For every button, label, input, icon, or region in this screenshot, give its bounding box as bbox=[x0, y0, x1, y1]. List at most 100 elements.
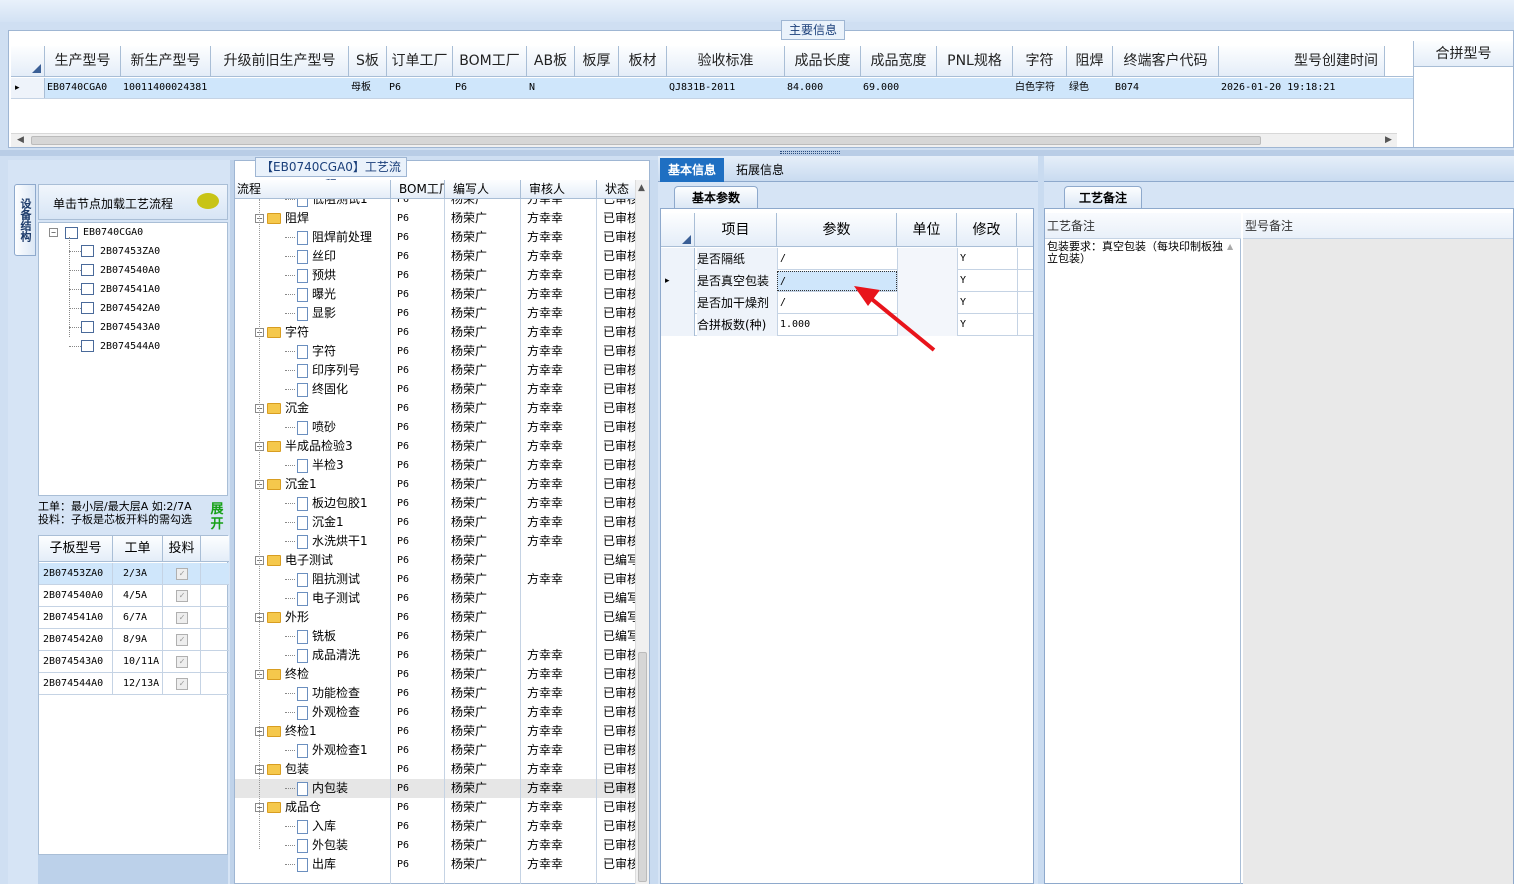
checkbox-icon[interactable] bbox=[81, 321, 94, 333]
main-col-header[interactable]: 订单工厂 bbox=[387, 46, 453, 76]
main-col-header[interactable]: 成品长度 bbox=[785, 46, 861, 76]
flow-row[interactable]: 板边包胶1 P6 杨荣广 方幸幸 已审核 bbox=[235, 494, 635, 513]
main-col-header[interactable]: BOM工厂 bbox=[453, 46, 527, 76]
main-cell[interactable]: 69.000 bbox=[861, 78, 937, 98]
flow-scroll-thumb[interactable] bbox=[638, 652, 647, 882]
tree-child-node[interactable]: 2B074541A0 bbox=[69, 281, 160, 299]
main-col-header[interactable]: 板厚 bbox=[575, 46, 619, 76]
main-cell[interactable]: QJ831B-2011 bbox=[667, 78, 785, 98]
tree-child-node[interactable]: 2B074544A0 bbox=[69, 338, 160, 356]
flow-row[interactable]: 外包装 P6 杨荣广 方幸幸 已审核 bbox=[235, 836, 635, 855]
main-col-header[interactable]: 板材 bbox=[619, 46, 667, 76]
main-col-header[interactable]: 验收标准 bbox=[667, 46, 785, 76]
flow-row[interactable]: 外观检查1 P6 杨荣广 方幸幸 已审核 bbox=[235, 741, 635, 760]
feed-checkbox-icon[interactable]: ✓ bbox=[176, 612, 188, 624]
sub-col-header[interactable]: 投料 bbox=[163, 536, 201, 562]
flow-row[interactable]: − 终检 P6 杨荣广 方幸幸 已审核 bbox=[235, 665, 635, 684]
flow-row[interactable]: − 外形 P6 杨荣广 已编写 bbox=[235, 608, 635, 627]
main-cell[interactable]: 白色字符 bbox=[1013, 78, 1067, 98]
sub-col-header[interactable]: 子板型号 bbox=[39, 536, 113, 562]
checkbox-icon[interactable] bbox=[81, 264, 94, 276]
main-cell[interactable]: 10011400024381 bbox=[121, 78, 211, 98]
sub-board-row[interactable]: 2B074542A0 8/9A ✓ bbox=[39, 629, 229, 651]
tree-child-node[interactable]: 2B07453ZA0 bbox=[69, 243, 160, 261]
main-cell[interactable]: B074 bbox=[1113, 78, 1219, 98]
flow-col-header[interactable]: 编写人 bbox=[445, 180, 521, 199]
main-cell[interactable]: P6 bbox=[453, 78, 527, 98]
main-col-header[interactable]: 型号创建时间 bbox=[1219, 46, 1385, 76]
feed-checkbox-icon[interactable]: ✓ bbox=[176, 568, 188, 580]
main-cell[interactable]: 84.000 bbox=[785, 78, 861, 98]
flow-row[interactable]: 预烘 P6 杨荣广 方幸幸 已审核 bbox=[235, 266, 635, 285]
flow-row[interactable]: − 字符 P6 杨荣广 方幸幸 已审核 bbox=[235, 323, 635, 342]
main-cell[interactable] bbox=[575, 78, 619, 98]
tree-child-node[interactable]: 2B074540A0 bbox=[69, 262, 160, 280]
flow-col-header[interactable]: BOM工厂 bbox=[391, 180, 445, 199]
sub-board-row[interactable]: 2B074544A0 12/13A ✓ bbox=[39, 673, 229, 695]
flow-row[interactable]: 入库 P6 杨荣广 方幸幸 已审核 bbox=[235, 817, 635, 836]
process-remark-textarea[interactable]: 包装要求：真空包装（每块印制板独立包装） ▲ bbox=[1045, 239, 1241, 884]
flow-row[interactable]: 低阻测试1 P6 杨荣广 方幸幸 已审核 bbox=[235, 199, 635, 209]
flow-row[interactable]: 半检3 P6 杨荣广 方幸幸 已审核 bbox=[235, 456, 635, 475]
feed-checkbox-icon[interactable]: ✓ bbox=[176, 656, 188, 668]
tree-child-node[interactable]: 2B074543A0 bbox=[69, 319, 160, 337]
scroll-thumb[interactable] bbox=[31, 136, 1261, 145]
main-cell[interactable]: 母板 bbox=[349, 78, 387, 98]
flow-row[interactable]: − 半成品检验3 P6 杨荣广 方幸幸 已审核 bbox=[235, 437, 635, 456]
main-col-header[interactable]: 新生产型号 bbox=[121, 46, 211, 76]
main-info-hscrollbar[interactable]: ◀ ▶ bbox=[11, 133, 1397, 147]
flow-row[interactable]: 成品清洗 P6 杨荣广 方幸幸 已审核 bbox=[235, 646, 635, 665]
sub-board-row[interactable]: 2B074540A0 4/5A ✓ bbox=[39, 585, 229, 607]
checkbox-icon[interactable] bbox=[81, 340, 94, 352]
main-col-header[interactable]: S板 bbox=[349, 46, 387, 76]
remark-scroll-up-icon[interactable]: ▲ bbox=[1227, 241, 1233, 253]
flow-row[interactable]: 铣板 P6 杨荣广 已编写 bbox=[235, 627, 635, 646]
flow-row[interactable]: 电子测试 P6 杨荣广 已编写 bbox=[235, 589, 635, 608]
flow-row[interactable]: 丝印 P6 杨荣广 方幸幸 已审核 bbox=[235, 247, 635, 266]
middle-splitter[interactable] bbox=[650, 160, 658, 884]
tab-process-remark[interactable]: 工艺备注 bbox=[1064, 186, 1142, 208]
collapse-icon[interactable]: − bbox=[49, 227, 58, 237]
tree-child-node[interactable]: 2B074542A0 bbox=[69, 300, 160, 318]
main-col-header[interactable]: 终端客户代码 bbox=[1113, 46, 1219, 76]
flow-col-header[interactable]: 状态 bbox=[597, 180, 639, 199]
checkbox-icon[interactable] bbox=[81, 245, 94, 257]
flow-col-header[interactable]: 审核人 bbox=[521, 180, 597, 199]
flow-row[interactable]: 字符 P6 杨荣广 方幸幸 已审核 bbox=[235, 342, 635, 361]
flow-row[interactable]: − 沉金1 P6 杨荣广 方幸幸 已审核 bbox=[235, 475, 635, 494]
main-col-header[interactable]: 生产型号 bbox=[45, 46, 121, 76]
flow-col-header[interactable]: 流程 bbox=[235, 180, 391, 199]
main-col-header[interactable]: AB板 bbox=[527, 46, 575, 76]
flow-row[interactable]: − 阻焊 P6 杨荣广 方幸幸 已审核 bbox=[235, 209, 635, 228]
main-cell[interactable]: EB0740CGA0 bbox=[45, 78, 121, 98]
main-cell[interactable]: 绿色 bbox=[1067, 78, 1113, 98]
flow-vscrollbar[interactable]: ▲ bbox=[635, 180, 649, 884]
scroll-left-icon[interactable]: ◀ bbox=[17, 135, 24, 145]
main-col-header[interactable]: 字符 bbox=[1013, 46, 1067, 76]
flow-row[interactable]: 喷砂 P6 杨荣广 方幸幸 已审核 bbox=[235, 418, 635, 437]
flow-row[interactable]: 阻焊前处理 P6 杨荣广 方幸幸 已审核 bbox=[235, 228, 635, 247]
sub-board-row[interactable]: 2B074543A0 10/11A ✓ bbox=[39, 651, 229, 673]
flow-row[interactable]: 功能检查 P6 杨荣广 方幸幸 已审核 bbox=[235, 684, 635, 703]
sub-col-header[interactable]: 工单 bbox=[113, 536, 163, 562]
sub-board-row[interactable]: 2B07453ZA0 2/3A ✓ bbox=[39, 563, 229, 585]
checkbox-icon[interactable] bbox=[65, 227, 78, 239]
flow-row[interactable]: 印序列号 P6 杨荣广 方幸幸 已审核 bbox=[235, 361, 635, 380]
main-col-header[interactable]: 阻焊 bbox=[1067, 46, 1113, 76]
checkbox-icon[interactable] bbox=[81, 283, 94, 295]
flow-row[interactable]: 沉金1 P6 杨荣广 方幸幸 已审核 bbox=[235, 513, 635, 532]
main-info-row[interactable]: ▸ EB0740CGA0 10011400024381 母板 P6 P6 N QJ831B-… bbox=[11, 78, 1413, 99]
main-cell[interactable]: 2026-01-20 19:18:21 bbox=[1219, 78, 1385, 98]
tree-root-node[interactable]: − EB0740CGA0 bbox=[49, 224, 143, 242]
expand-button[interactable]: 展开 bbox=[208, 502, 226, 534]
scroll-right-icon[interactable]: ▶ bbox=[1385, 135, 1392, 145]
flow-row[interactable]: − 包装 P6 杨荣广 方幸幸 已审核 bbox=[235, 760, 635, 779]
main-col-header[interactable]: 升级前旧生产型号 bbox=[211, 46, 349, 76]
main-cell[interactable] bbox=[619, 78, 667, 98]
main-cell[interactable] bbox=[937, 78, 1013, 98]
feed-checkbox-icon[interactable]: ✓ bbox=[176, 634, 188, 646]
flow-row[interactable]: 曝光 P6 杨荣广 方幸幸 已审核 bbox=[235, 285, 635, 304]
flow-row[interactable]: 终固化 P6 杨荣广 方幸幸 已审核 bbox=[235, 380, 635, 399]
sub-board-row[interactable]: 2B074541A0 6/7A ✓ bbox=[39, 607, 229, 629]
vertical-tab-device-structure[interactable]: 设备结构 bbox=[14, 184, 36, 256]
